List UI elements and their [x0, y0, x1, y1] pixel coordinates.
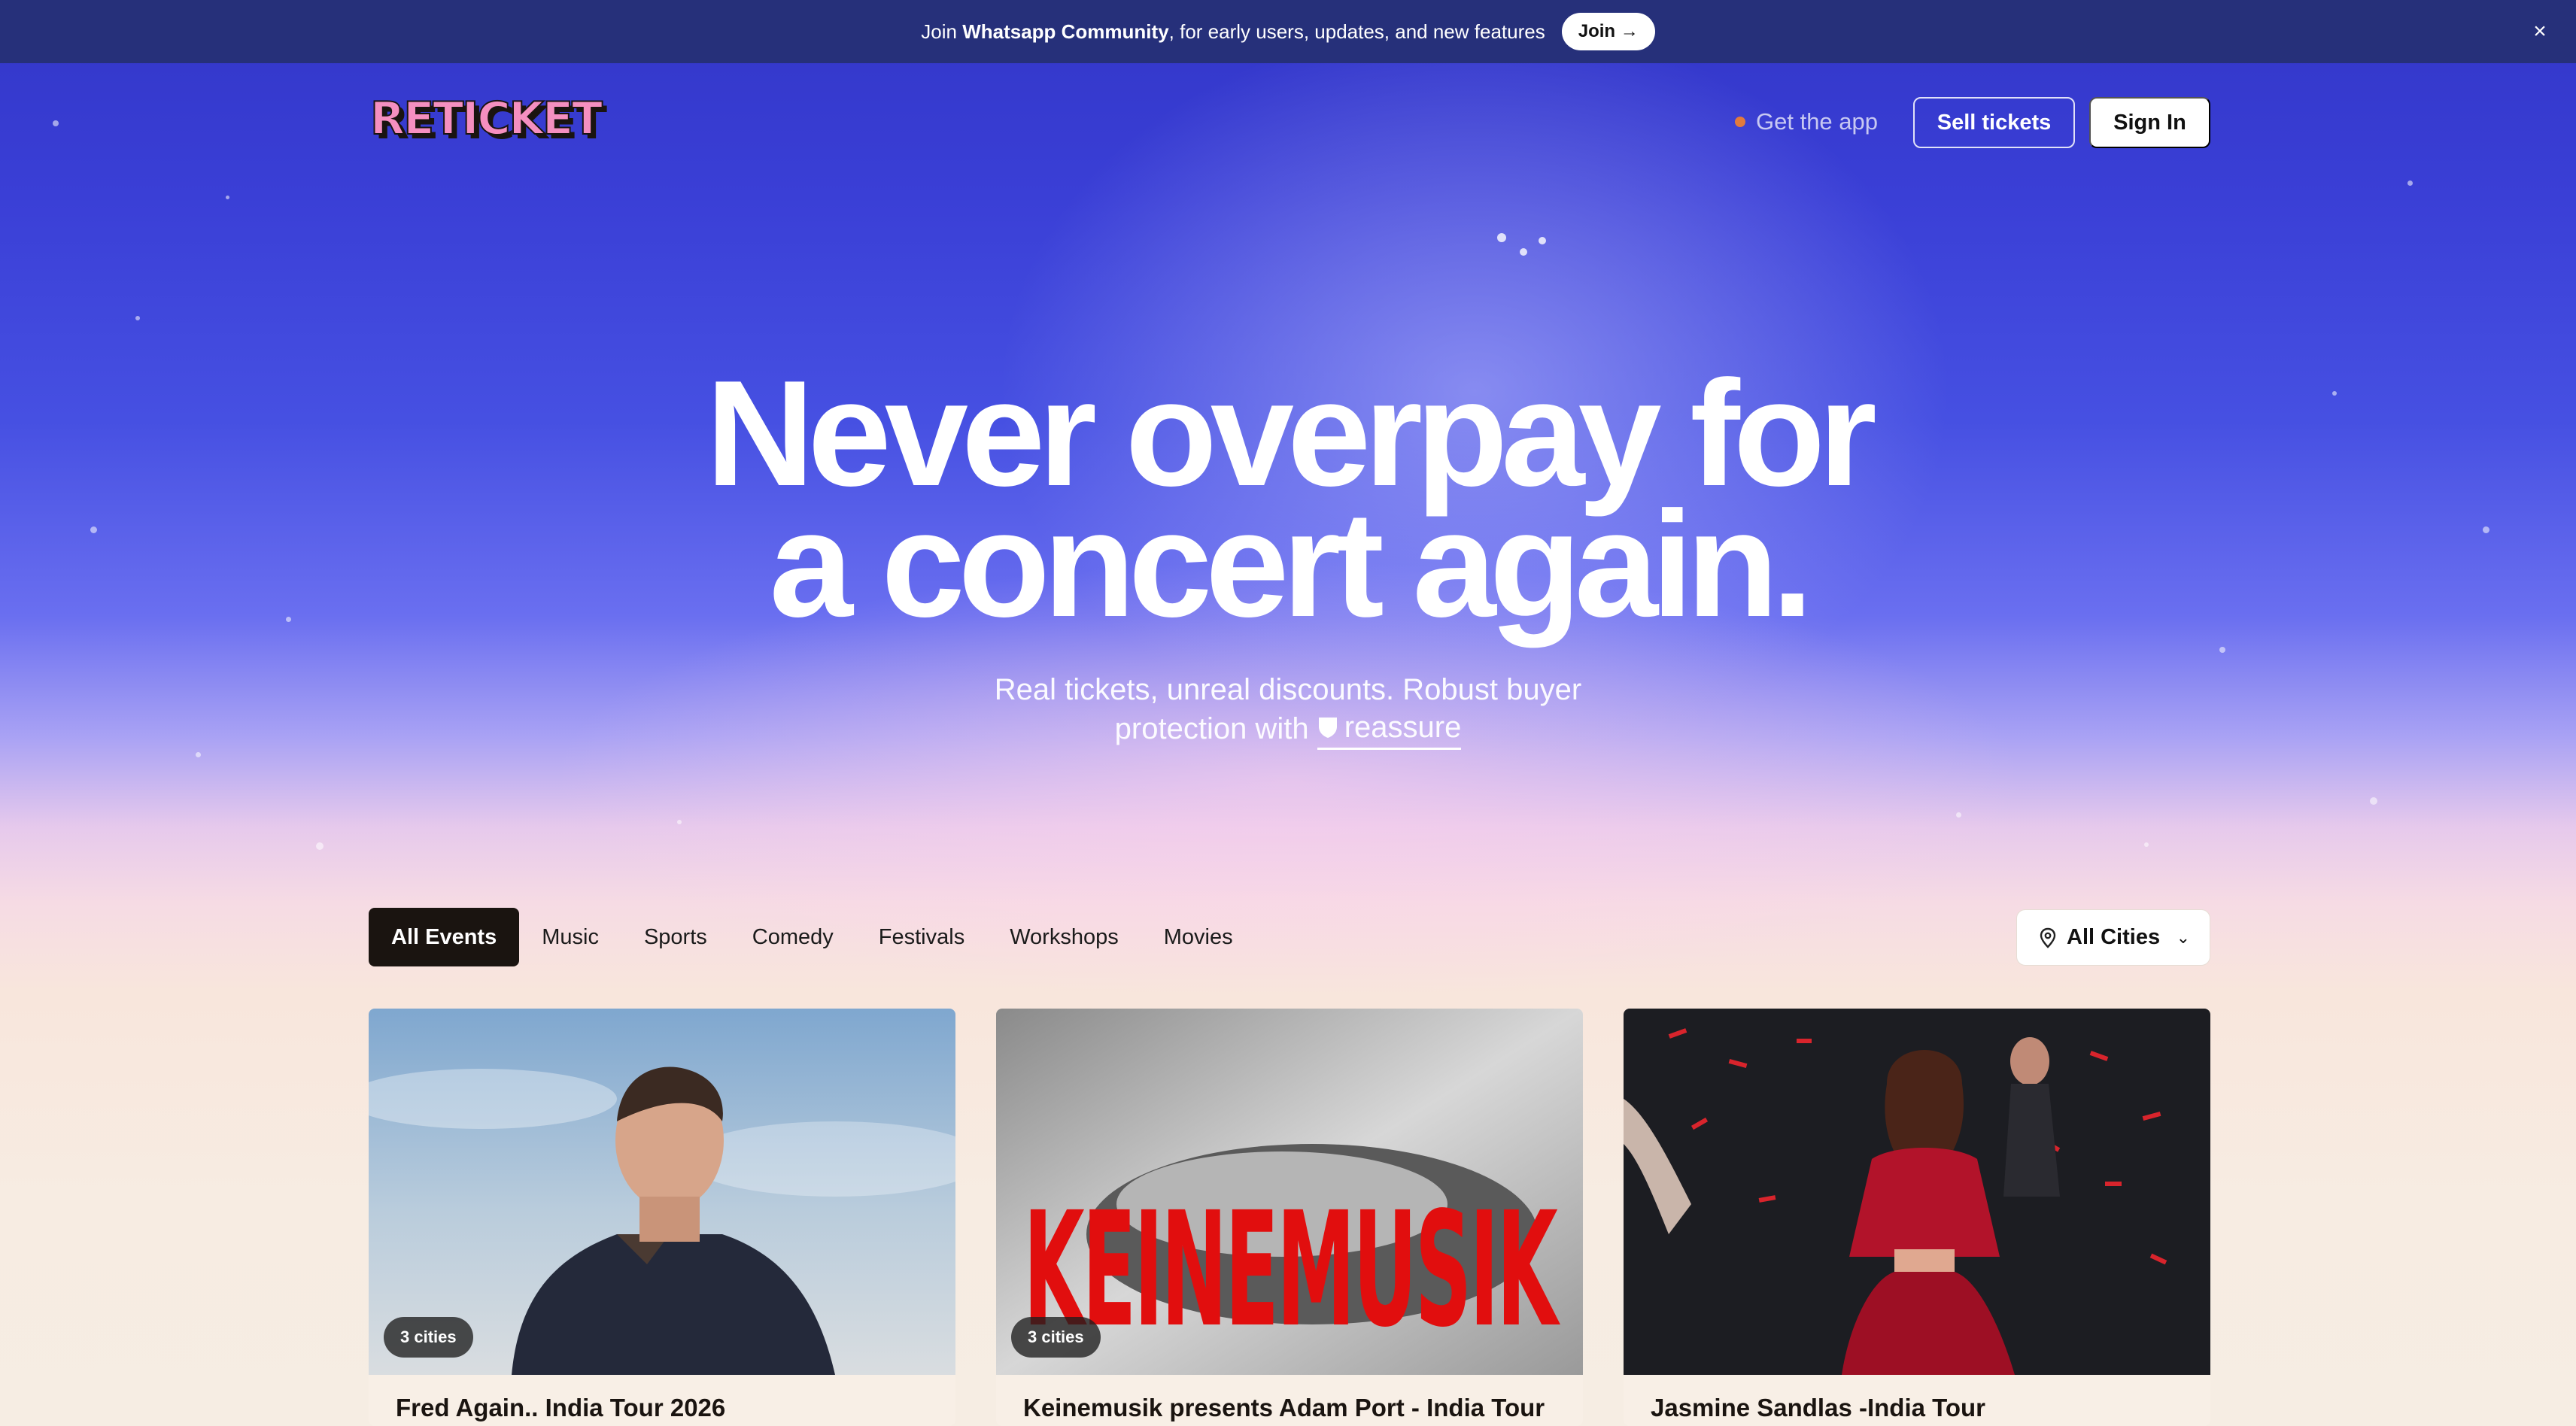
cities-badge: 3 cities	[384, 1317, 473, 1358]
hero-subtitle-line-1: Real tickets, unreal discounts. Robust b…	[994, 673, 1582, 706]
hero-subtitle-prefix: protection with	[1114, 712, 1309, 745]
banner-community-name: Whatsapp Community	[962, 20, 1169, 43]
chevron-down-icon: ⌄	[2176, 927, 2190, 947]
join-community-button[interactable]: Join →	[1561, 13, 1655, 50]
reticket-logo[interactable]: RETICKET RETICKET	[369, 92, 629, 150]
sign-in-button[interactable]: Sign In	[2089, 97, 2210, 148]
city-selector[interactable]: All Cities ⌄	[2016, 909, 2210, 966]
close-icon[interactable]: ×	[2525, 17, 2555, 47]
hero-title: Never overpay for a concert again.	[536, 350, 2040, 648]
community-banner: Join Whatsapp Community, for early users…	[0, 0, 2576, 63]
hero-subtitle-line-2: protection with reassure	[912, 708, 1664, 750]
event-title: Keinemusik presents Adam Port - India To…	[1023, 1394, 1545, 1421]
get-the-app-label: Get the app	[1756, 108, 1879, 135]
keinemusik-art-text: KEINEMUSIK	[1023, 1179, 1560, 1362]
tab-festivals[interactable]: Festivals	[856, 908, 987, 966]
reassure-label: reassure	[1344, 711, 1462, 744]
event-title: Jasmine Sandlas -India Tour	[1651, 1394, 1986, 1421]
hero-title-line-1: Never overpay for	[706, 350, 1877, 517]
tab-all-events[interactable]: All Events	[369, 908, 520, 966]
banner-prefix: Join	[921, 20, 957, 43]
banner-text: Join Whatsapp Community, for early users…	[921, 20, 1545, 44]
tab-sports[interactable]: Sports	[621, 908, 730, 966]
event-card-jasmine-sandlas[interactable]: Jasmine Sandlas -India Tour	[1624, 1009, 2210, 1426]
hero-title-line-2: a concert again.	[769, 481, 1814, 648]
hero-subtitle: Real tickets, unreal discounts. Robust b…	[912, 671, 1664, 750]
app-icon	[1735, 117, 1745, 127]
location-pin-icon	[2040, 927, 2056, 948]
banner-suffix: , for early users, updates, and new feat…	[1168, 20, 1545, 43]
sell-tickets-button[interactable]: Sell tickets	[1913, 97, 2075, 148]
tab-movies[interactable]: Movies	[1141, 908, 1256, 966]
event-card-fred-again[interactable]: 3 cities Fred Again.. India Tour 2026	[369, 1009, 955, 1426]
city-selector-label: All Cities	[2067, 925, 2161, 949]
logo-text: RETICKET	[370, 96, 603, 145]
tab-music[interactable]: Music	[519, 908, 621, 966]
get-the-app-link[interactable]: Get the app	[1735, 105, 1878, 138]
event-image	[1624, 1009, 2210, 1375]
event-title: Fred Again.. India Tour 2026	[396, 1394, 726, 1421]
event-card-keinemusik[interactable]: KEINEMUSIK 3 cities Keinemusik presents …	[996, 1009, 1583, 1426]
cities-badge: 3 cities	[1011, 1317, 1101, 1358]
reassure-link[interactable]: reassure	[1317, 708, 1462, 750]
tab-comedy[interactable]: Comedy	[730, 908, 856, 966]
category-tabs: All Events Music Sports Comedy Festivals…	[369, 908, 1256, 966]
tab-workshops[interactable]: Workshops	[987, 908, 1141, 966]
shield-icon	[1318, 718, 1337, 738]
